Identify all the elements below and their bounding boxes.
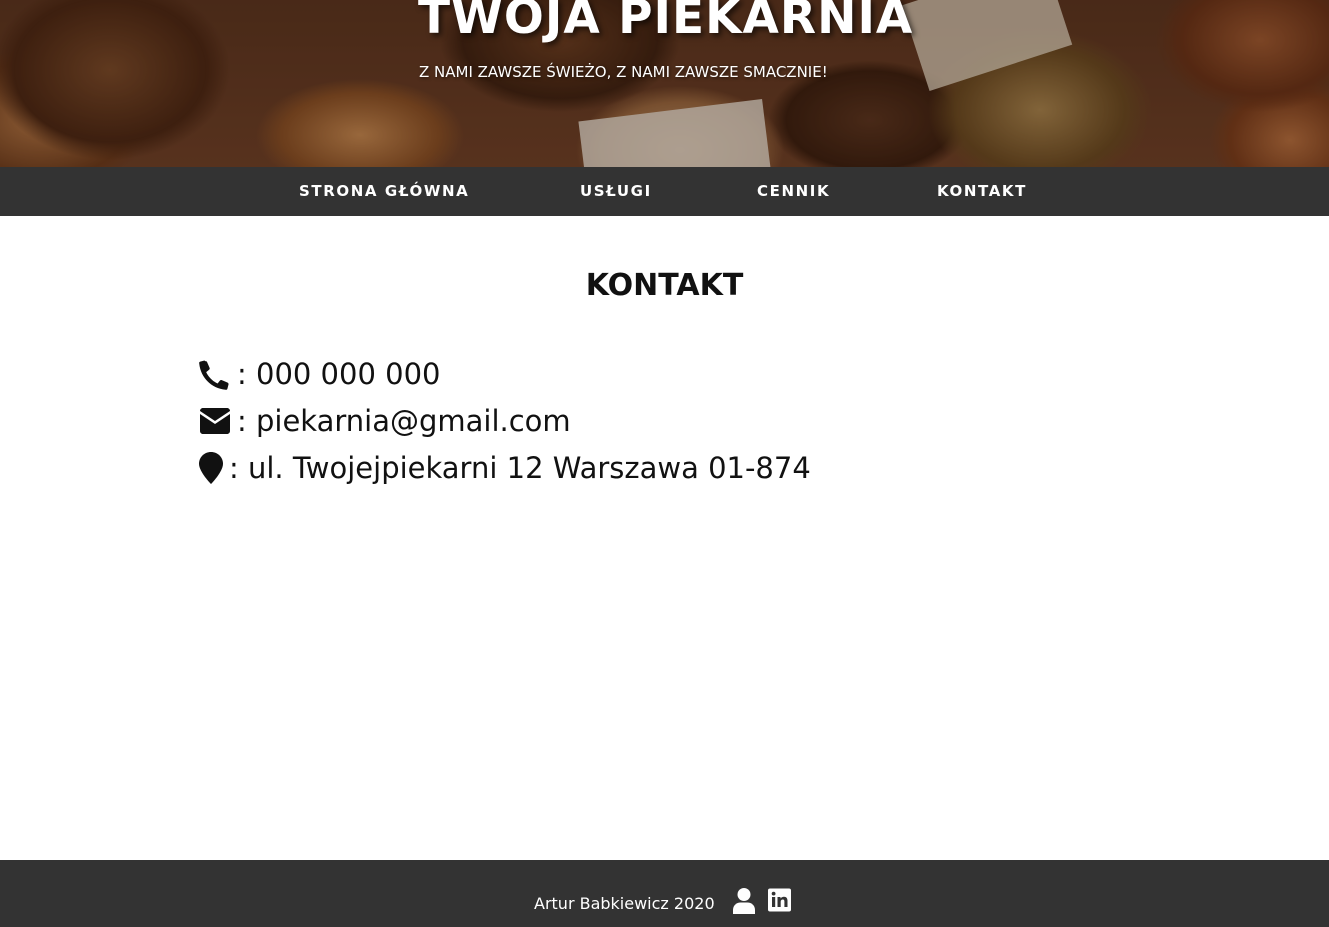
site-subtitle: Z NAMI ZAWSZE ŚWIEŻO, Z NAMI ZAWSZE SMAC… <box>419 63 828 81</box>
footer-copyright: Artur Babkiewicz 2020 <box>534 894 715 913</box>
contact-email-text: : piekarnia@gmail.com <box>237 404 571 438</box>
phone-icon <box>199 358 231 390</box>
contact-phone: : 000 000 000 <box>199 354 440 394</box>
contact-email: : piekarnia@gmail.com <box>199 401 571 441</box>
contact-phone-text: : 000 000 000 <box>237 357 441 391</box>
contact-address-text: : ul. Twojejpiekarni 12 Warszawa 01-874 <box>229 451 811 485</box>
contact-address: : ul. Twojejpiekarni 12 Warszawa 01-874 <box>199 448 811 488</box>
user-icon[interactable] <box>733 888 755 914</box>
nav-item-services[interactable]: USŁUGI <box>580 167 652 216</box>
site-title: TWOJA PIEKARNIA <box>418 0 914 45</box>
page-title: KONTAKT <box>585 268 744 303</box>
envelope-icon <box>199 408 231 434</box>
nav-item-home[interactable]: STRONA GŁÓWNA <box>299 167 469 216</box>
main-navigation: STRONA GŁÓWNA USŁUGI CENNIK KONTAKT <box>0 167 1329 216</box>
nav-item-contact[interactable]: KONTAKT <box>937 167 1027 216</box>
nav-item-pricing[interactable]: CENNIK <box>757 167 830 216</box>
map-marker-icon <box>199 452 223 484</box>
linkedin-icon[interactable] <box>768 888 791 912</box>
